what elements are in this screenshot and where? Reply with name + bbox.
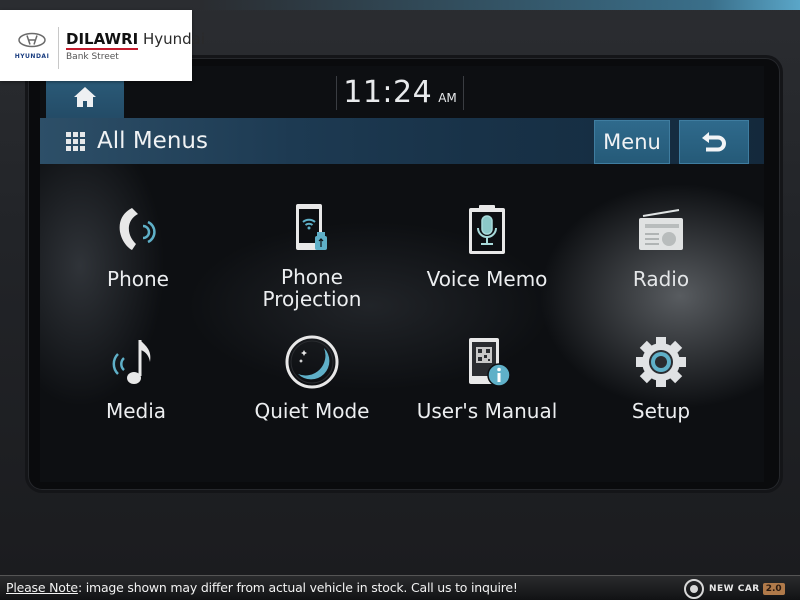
users-manual-icon (469, 338, 511, 387)
app-label: User's Manual (416, 399, 558, 423)
app-label-line1: Phone (281, 265, 343, 289)
hyundai-logo: HYUNDAI (10, 32, 54, 60)
note-label: Please Note (6, 580, 78, 595)
grid-icon (66, 131, 85, 151)
setup-gear-icon (636, 337, 686, 387)
home-icon (74, 87, 96, 107)
clock: 11:24 AM (336, 76, 464, 110)
app-radio[interactable]: Radio (581, 200, 741, 290)
app-label: Quiet Mode (254, 399, 370, 423)
app-quiet-mode[interactable]: Quiet Mode (232, 332, 392, 422)
disclaimer-note: Please Note: image shown may differ from… (6, 580, 518, 595)
app-users-manual[interactable]: User's Manual (407, 332, 567, 422)
menu-button[interactable]: Menu (594, 120, 670, 164)
quiet-mode-icon (285, 335, 339, 389)
laurel-emblem-icon (684, 579, 704, 599)
app-label: Setup (631, 399, 691, 423)
page-title: All Menus (97, 128, 208, 154)
newcar-text: NEW CAR (709, 584, 760, 594)
phone-projection-icon (296, 204, 327, 250)
app-media[interactable]: Media (56, 332, 216, 422)
newcar-logo: NEW CAR 2.0 (684, 579, 785, 599)
app-setup[interactable]: Setup (581, 332, 741, 422)
hyundai-wordmark: HYUNDAI (14, 53, 50, 60)
app-label: Radio (632, 267, 690, 291)
app-label-line2: Projection (262, 287, 362, 311)
newcar-badge: 2.0 (762, 583, 785, 595)
back-arrow-icon (702, 132, 726, 152)
title-group: All Menus (66, 118, 208, 164)
radio-icon (639, 209, 683, 250)
bezel-trim (200, 0, 800, 10)
infotainment-screen: 11:24 AM All Menus Menu Phone Phone Proj… (40, 66, 764, 482)
dealer-name-bold: DILAWRI (66, 30, 139, 50)
back-button[interactable] (679, 120, 749, 164)
voice-memo-icon (469, 205, 505, 254)
app-label: Phone (107, 267, 169, 291)
app-label: Media (105, 399, 167, 423)
note-text: : image shown may differ from actual veh… (77, 580, 518, 595)
dealer-name-light: Hyundai (142, 30, 206, 48)
app-label: Voice Memo (426, 267, 548, 291)
logo-divider (58, 27, 59, 69)
app-phone[interactable]: Phone (58, 200, 218, 290)
dealer-name: DILAWRI Hyundai (66, 30, 206, 50)
hyundai-emblem-icon (18, 32, 46, 48)
dealer-logo-panel: HYUNDAI DILAWRI Hyundai Bank Street (0, 10, 205, 81)
dealer-branch: Bank Street (66, 52, 119, 62)
app-voice-memo[interactable]: Voice Memo (407, 200, 567, 290)
clock-ampm: AM (438, 91, 457, 105)
media-icon (112, 340, 151, 384)
clock-time: 11:24 (343, 75, 433, 110)
footer-note-bar: Please Note: image shown may differ from… (0, 575, 800, 600)
phone-icon (119, 208, 156, 250)
app-phone-projection[interactable]: Phone Projection (232, 198, 392, 310)
app-label: Phone Projection (263, 266, 362, 310)
